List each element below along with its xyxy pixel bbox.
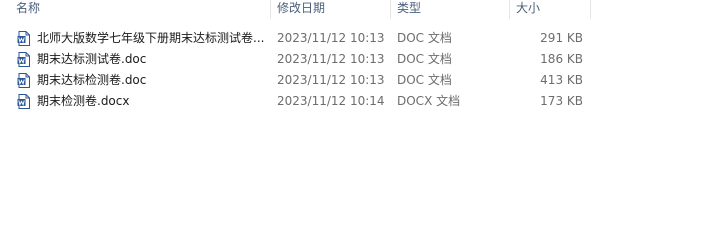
file-modified-date: 2023/11/12 10:14 xyxy=(277,94,385,108)
file-row[interactable]: 期末达标检测卷.doc 2023/11/12 10:13 DOC 文档 413 … xyxy=(0,70,600,90)
word-doc-icon xyxy=(17,31,30,46)
file-size: 186 KB xyxy=(540,52,583,66)
column-header-bar: 名称 修改日期 类型 大小 xyxy=(0,0,704,19)
file-size: 173 KB xyxy=(540,94,583,108)
file-type: DOC 文档 xyxy=(397,31,452,45)
column-divider[interactable] xyxy=(270,0,271,19)
word-doc-icon xyxy=(17,73,30,88)
column-header-date[interactable]: 修改日期 xyxy=(277,0,325,19)
file-size: 291 KB xyxy=(540,31,583,45)
file-name: 期末检测卷.docx xyxy=(37,94,130,108)
file-size: 413 KB xyxy=(540,73,583,87)
file-row[interactable]: 期末达标测试卷.doc 2023/11/12 10:13 DOC 文档 186 … xyxy=(0,49,600,69)
file-type: DOC 文档 xyxy=(397,52,452,66)
column-header-size[interactable]: 大小 xyxy=(516,0,540,19)
file-name: 北师大版数学七年级下册期末达标测试卷... xyxy=(37,31,265,45)
file-row[interactable]: 期末检测卷.docx 2023/11/12 10:14 DOCX 文档 173 … xyxy=(0,91,600,111)
file-name: 期末达标测试卷.doc xyxy=(37,52,147,66)
file-type: DOCX 文档 xyxy=(397,94,461,108)
file-row[interactable]: 北师大版数学七年级下册期末达标测试卷... 2023/11/12 10:13 D… xyxy=(0,28,600,48)
file-modified-date: 2023/11/12 10:13 xyxy=(277,52,385,66)
file-name: 期末达标检测卷.doc xyxy=(37,73,147,87)
column-header-name[interactable]: 名称 xyxy=(16,0,40,19)
file-modified-date: 2023/11/12 10:13 xyxy=(277,73,385,87)
column-divider[interactable] xyxy=(390,0,391,19)
word-doc-icon xyxy=(17,52,30,67)
column-header-type[interactable]: 类型 xyxy=(397,0,421,19)
file-type: DOC 文档 xyxy=(397,73,452,87)
column-divider[interactable] xyxy=(590,0,591,19)
word-docx-icon xyxy=(17,94,30,109)
file-modified-date: 2023/11/12 10:13 xyxy=(277,31,385,45)
column-divider[interactable] xyxy=(509,0,510,19)
